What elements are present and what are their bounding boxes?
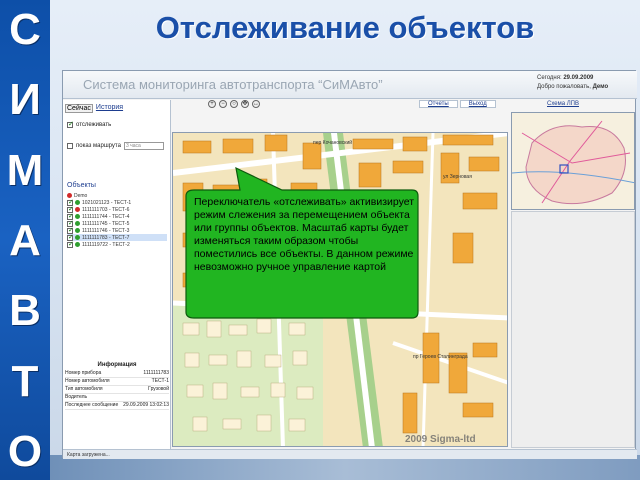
panel-tabs: Сейчас История xyxy=(65,104,123,113)
side-letter: А xyxy=(9,215,41,265)
info-row: Тип автомобиля Грузовой xyxy=(65,386,169,394)
status-dot-icon xyxy=(75,235,80,240)
info-title: Информация xyxy=(97,362,137,368)
reports-link[interactable]: Отчеты xyxy=(419,100,458,108)
info-value: 1111111783 xyxy=(143,370,169,376)
info-row: Номер автомобиля ТЕСТ-1 xyxy=(65,378,169,386)
welcome-user: Демо xyxy=(592,84,609,90)
list-item[interactable]: 1021021123 - ТЕСТ-1 xyxy=(67,198,167,206)
zoom-reset-icon[interactable]: ○ xyxy=(230,100,238,108)
list-item[interactable]: 1111119722 - ТЕСТ-2 xyxy=(67,240,167,248)
slide-title: Отслеживание объектов xyxy=(155,10,535,45)
zoom-out-icon[interactable]: − xyxy=(219,100,227,108)
info-key: Номер автомобиля xyxy=(65,378,110,384)
objects-tree: Demo 1021021123 - ТЕСТ-1 1111111703 - ТЕ… xyxy=(67,192,167,248)
tracking-toggle-row[interactable]: отслеживать xyxy=(67,120,112,128)
object-label: 1021021123 - ТЕСТ-1 xyxy=(82,199,132,206)
object-checkbox[interactable] xyxy=(67,240,74,248)
route-label: показ маршрута xyxy=(76,143,121,149)
callout-text: Переключатель «отслеживать» активизирует… xyxy=(194,196,415,273)
info-key: Последнее сообщение xyxy=(65,402,119,408)
object-label: 1111111744 - ТЕСТ-4 xyxy=(82,213,130,220)
info-key: Водитель xyxy=(65,394,88,400)
tab-history[interactable]: История xyxy=(96,104,123,113)
overview-map[interactable] xyxy=(511,112,635,210)
objects-group[interactable]: Demo xyxy=(67,192,167,199)
list-item[interactable]: 1111111744 - ТЕСТ-4 xyxy=(67,212,167,220)
object-label: 1111111783 - ТЕСТ-7 xyxy=(82,234,130,241)
side-letter: М xyxy=(6,145,44,195)
map-toolbar: + − ○ ✥ ↔ xyxy=(208,100,260,108)
today-label: Сегодня: xyxy=(537,75,562,81)
status-bar: Карта загружена... xyxy=(63,449,637,459)
left-panel: Сейчас История отслеживать показ маршрут… xyxy=(63,100,171,449)
info-row: Номер прибора 1111111783 xyxy=(65,370,169,378)
status-dot-icon xyxy=(75,242,80,247)
list-item[interactable]: 1111111745 - ТЕСТ-5 xyxy=(67,219,167,227)
overview-lower-panel xyxy=(511,211,635,448)
list-item[interactable]: 1111111746 - ТЕСТ-3 xyxy=(67,226,167,234)
overview-map-graphic xyxy=(512,113,634,209)
info-panel: Информация Номер прибора 1111111783 Номер… xyxy=(65,362,169,410)
tracking-label: отслеживать xyxy=(76,122,112,128)
header-info: Сегодня: 29.09.2009 Добро пожаловать, Де… xyxy=(537,74,635,92)
list-item[interactable]: 1111111783 - ТЕСТ-7 xyxy=(67,233,167,241)
object-label: 1111111745 - ТЕСТ-5 xyxy=(82,220,130,227)
info-row: Последнее сообщение 29.09.2009 13:02:13 xyxy=(65,402,169,410)
info-key: Номер прибора xyxy=(65,370,102,376)
tracking-checkbox[interactable] xyxy=(67,120,74,128)
status-dot-icon xyxy=(75,221,80,226)
map-copyright: 2009 Sigma-ltd xyxy=(405,434,476,445)
app-title: Система мониторинга автотранспорта “СиМА… xyxy=(83,77,383,92)
side-letter: С xyxy=(9,5,41,54)
route-toggle-row[interactable]: показ маршрута 3 часа xyxy=(67,142,164,150)
street-label: ул Зерновая xyxy=(443,174,472,180)
object-label: 1111111703 - ТЕСТ-6 xyxy=(82,206,130,213)
list-item[interactable]: 1111111703 - ТЕСТ-6 xyxy=(67,205,167,213)
info-key: Тип автомобиля xyxy=(65,386,103,392)
app-header: Система мониторинга автотранспорта “СиМА… xyxy=(63,71,637,99)
street-label: пр Героев Сталинграда xyxy=(413,354,468,360)
measure-icon[interactable]: ↔ xyxy=(252,100,260,108)
object-label: 1111111746 - ТЕСТ-3 xyxy=(82,227,130,234)
side-letter: Т xyxy=(11,356,39,406)
route-checkbox[interactable] xyxy=(67,143,73,149)
info-value: ТЕСТ-1 xyxy=(151,378,169,384)
info-value: Грузовой xyxy=(148,386,169,392)
tab-now[interactable]: Сейчас xyxy=(65,104,93,113)
objects-group-label: Demo xyxy=(74,192,88,199)
object-label: 1111119722 - ТЕСТ-2 xyxy=(82,241,130,248)
side-letter: О xyxy=(7,426,43,476)
objects-title: Объекты xyxy=(67,182,96,189)
callout-bubble: Переключатель «отслеживать» активизирует… xyxy=(184,166,420,320)
top-links: Отчеты Выход xyxy=(419,100,496,108)
logout-link[interactable]: Выход xyxy=(459,100,496,108)
info-value: 29.09.2009 13:02:13 xyxy=(123,402,169,408)
street-label: пер Кочановский xyxy=(313,139,352,146)
brand-side-band: С И М А В Т О xyxy=(0,0,50,480)
side-letter: И xyxy=(9,75,41,125)
pan-icon[interactable]: ✥ xyxy=(241,100,249,108)
side-letter: В xyxy=(9,286,41,336)
overview-scheme-link[interactable]: Схема ЛПВ xyxy=(547,101,579,107)
welcome-label: Добро пожаловать, xyxy=(537,84,591,90)
brand-side-letters: С И М А В Т О xyxy=(0,2,50,480)
status-dot-icon xyxy=(75,214,80,219)
today-value: 29.09.2009 xyxy=(563,75,594,81)
info-row: Водитель xyxy=(65,394,169,402)
zoom-in-icon[interactable]: + xyxy=(208,100,216,108)
status-dot-icon xyxy=(75,200,80,205)
route-select[interactable]: 3 часа xyxy=(123,142,164,150)
status-dot-icon xyxy=(75,228,80,233)
status-dot-icon xyxy=(75,207,80,212)
